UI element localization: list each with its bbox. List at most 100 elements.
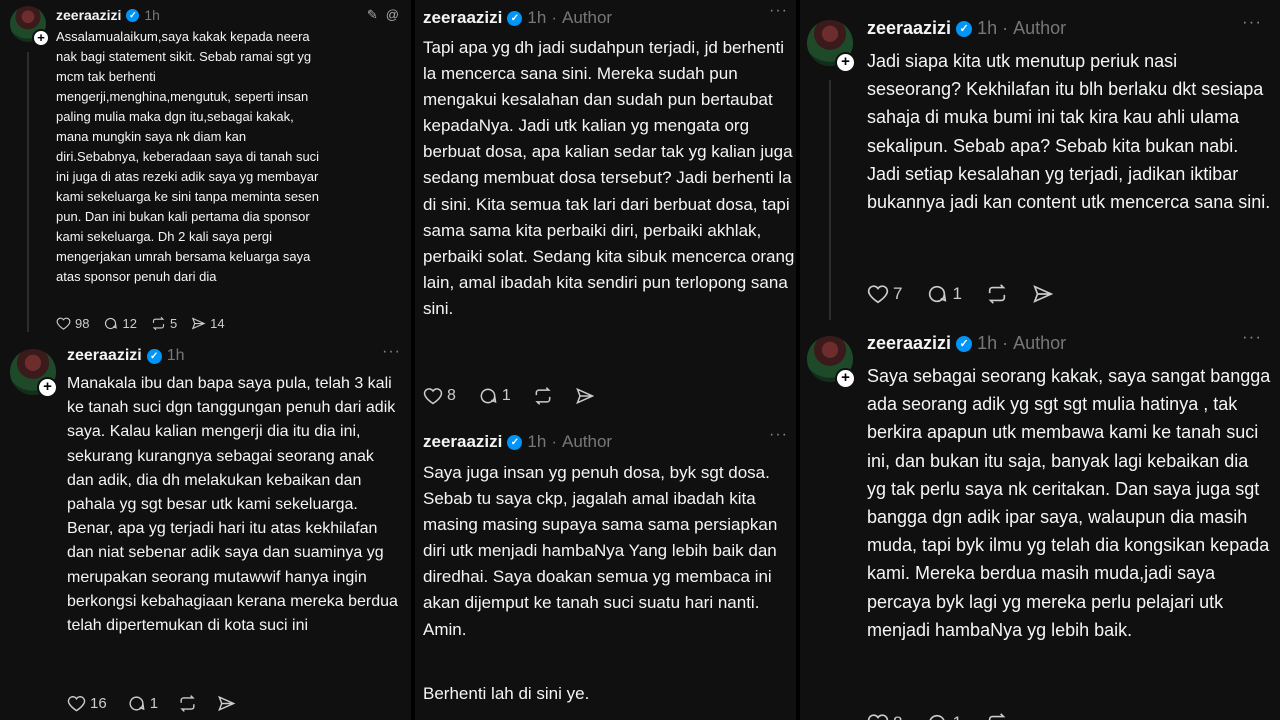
share-button[interactable] xyxy=(575,386,595,406)
username[interactable]: zeeraazizi xyxy=(67,347,142,365)
thread-line xyxy=(27,52,29,332)
follow-plus-icon[interactable]: + xyxy=(835,52,856,73)
comment-icon xyxy=(929,285,947,303)
reply-button[interactable]: 12 xyxy=(103,316,137,331)
post-body: Manakala ibu dan bapa saya pula, telah 3… xyxy=(67,375,398,635)
verified-badge-icon: ✓ xyxy=(507,434,523,450)
post-time: 1h xyxy=(977,333,998,353)
heart-icon xyxy=(56,317,71,330)
verified-badge-icon: ✓ xyxy=(507,10,523,26)
screenshot-panel-middle: + zeeraazizi ✓ 1h · Author ··· Tapi apa … xyxy=(415,0,796,720)
send-icon xyxy=(1033,285,1054,303)
reply-button[interactable]: 1 xyxy=(926,283,962,305)
more-options-icon[interactable]: ··· xyxy=(1242,327,1262,347)
post-actions: 16 1 xyxy=(67,694,236,713)
repost-icon xyxy=(180,695,195,712)
post-time: 1h xyxy=(977,18,998,38)
verified-badge-icon: ✓ xyxy=(956,335,973,352)
post-actions: 98 12 5 14 xyxy=(56,316,225,331)
author-separator: · xyxy=(1002,333,1009,353)
more-options-icon[interactable]: ··· xyxy=(1242,12,1262,32)
like-count: 98 xyxy=(75,316,90,331)
post-body-closing: Berhenti lah di sini ye. xyxy=(423,684,590,703)
pencil-icon[interactable]: ✎ xyxy=(367,7,378,23)
share-button[interactable]: 14 xyxy=(191,316,225,331)
repost-button[interactable] xyxy=(986,283,1008,305)
like-button[interactable]: 7 xyxy=(867,283,902,305)
repost-icon xyxy=(535,387,551,405)
reply-button[interactable]: 1 xyxy=(127,694,158,713)
username[interactable]: zeeraazizi xyxy=(56,7,121,23)
follow-plus-icon[interactable]: + xyxy=(32,29,50,47)
send-icon xyxy=(192,317,206,330)
like-button[interactable]: 8 xyxy=(423,386,456,406)
reply-button[interactable]: 1 xyxy=(478,386,511,406)
reply-count: 1 xyxy=(952,713,961,720)
post-body: Assalamualaikum,saya kakak kepada neera … xyxy=(56,29,320,284)
comment-icon xyxy=(105,317,118,330)
repost-button[interactable] xyxy=(986,712,1008,720)
repost-icon xyxy=(152,316,165,331)
follow-plus-icon[interactable]: + xyxy=(835,368,856,389)
thread-post: + zeeraazizi ✓ 1h ✎ @ Assalamualaikum,sa… xyxy=(0,0,411,345)
post-time: 1h xyxy=(144,7,160,23)
threads-icon[interactable]: @ xyxy=(386,7,399,23)
screenshot-panel-left: + zeeraazizi ✓ 1h ✎ @ Assalamualaikum,sa… xyxy=(0,0,411,720)
author-separator: · xyxy=(551,432,557,451)
thread-post: zeeraazizi ✓ 1h · Author ··· Saya juga i… xyxy=(415,424,796,720)
heart-icon xyxy=(867,285,889,304)
reply-button[interactable]: 1 xyxy=(926,712,962,720)
verified-badge-icon: ✓ xyxy=(126,8,140,22)
thread-post: + zeeraazizi ✓ 1h ··· Manakala ibu dan b… xyxy=(0,343,411,720)
repost-icon xyxy=(988,713,1006,720)
repost-count: 5 xyxy=(169,316,178,331)
share-button[interactable] xyxy=(1032,283,1054,305)
post-body: Saya sebagai seorang kakak, saya sangat … xyxy=(867,366,1271,640)
like-button[interactable]: 98 xyxy=(56,316,89,331)
post-body: Jadi siapa kita utk menutup periuk nasi … xyxy=(867,51,1271,213)
username[interactable]: zeeraazizi xyxy=(867,18,951,39)
thread-post: + zeeraazizi ✓ 1h · Author ··· Saya seba… xyxy=(800,327,1280,720)
reply-count: 12 xyxy=(122,316,137,331)
comment-icon xyxy=(129,696,145,711)
thread-post: + zeeraazizi ✓ 1h · Author ··· Tapi apa … xyxy=(415,0,796,424)
share-button[interactable] xyxy=(217,694,236,713)
more-options-icon[interactable]: ··· xyxy=(769,426,788,444)
post-header: zeeraazizi ✓ 1h xyxy=(67,347,185,365)
post-actions: 7 1 xyxy=(867,283,1054,305)
send-icon xyxy=(218,695,236,712)
username[interactable]: zeeraazizi xyxy=(423,8,502,28)
post-header: zeeraazizi ✓ 1h · Author xyxy=(423,8,612,28)
reply-count: 1 xyxy=(952,284,962,303)
follow-plus-icon[interactable]: + xyxy=(37,377,58,398)
like-button[interactable]: 16 xyxy=(67,694,107,713)
comment-icon xyxy=(480,388,497,404)
like-count: 8 xyxy=(893,713,902,720)
repost-button[interactable] xyxy=(178,694,197,713)
post-header: zeeraazizi ✓ 1h · Author xyxy=(867,333,1066,354)
comment-icon xyxy=(929,714,946,720)
share-count: 14 xyxy=(210,316,225,331)
post-body: Tapi apa yg dh jadi sudahpun terjadi, jd… xyxy=(423,38,795,318)
author-label: Author xyxy=(1013,333,1067,353)
thread-line xyxy=(829,80,831,320)
reply-count: 1 xyxy=(501,387,511,404)
post-header: zeeraazizi ✓ 1h · Author xyxy=(423,432,612,452)
post-header-icons: ✎ @ xyxy=(367,7,399,23)
post-time: 1h xyxy=(527,8,547,27)
like-count: 8 xyxy=(447,387,456,404)
repost-button[interactable]: 5 xyxy=(151,316,177,331)
post-header: zeeraazizi ✓ 1h xyxy=(56,7,160,23)
like-count: 16 xyxy=(90,695,107,712)
post-header: zeeraazizi ✓ 1h · Author xyxy=(867,18,1066,39)
author-label: · xyxy=(551,8,557,27)
username[interactable]: zeeraazizi xyxy=(867,333,951,354)
repost-button[interactable] xyxy=(533,386,553,406)
thread-post: + zeeraazizi ✓ 1h · Author ··· Jadi siap… xyxy=(800,0,1280,330)
username[interactable]: zeeraazizi xyxy=(423,432,502,452)
more-options-icon[interactable]: ··· xyxy=(769,2,788,20)
more-options-icon[interactable]: ··· xyxy=(382,343,401,361)
like-button[interactable]: 8 xyxy=(867,712,902,720)
post-time: 1h xyxy=(166,347,185,364)
verified-badge-icon: ✓ xyxy=(146,348,162,364)
